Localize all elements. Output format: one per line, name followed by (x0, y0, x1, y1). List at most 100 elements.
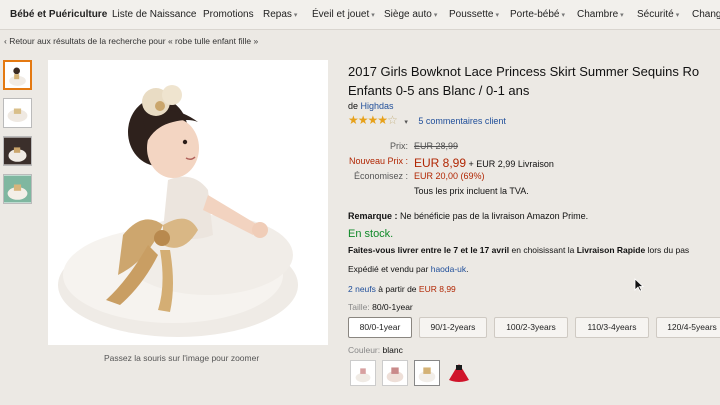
product-title: 2017 Girls Bowknot Lace Princess Skirt S… (348, 62, 720, 100)
size-label-text: Taille: (348, 302, 370, 312)
nav-item-chambre[interactable]: Chambre ▾ (577, 9, 624, 20)
other-offers: 2 neufs à partir de EUR 8,99 (348, 284, 720, 294)
chevron-down-icon[interactable]: ▾ (404, 119, 408, 126)
size-option[interactable]: 80/0-1year (348, 317, 412, 338)
nav-label: Liste de Naissance (112, 9, 197, 20)
thumbnail-4[interactable] (3, 174, 32, 204)
nav-label: Éveil et jouet (312, 9, 370, 20)
seller-info: Expédié et vendu par haoda-uk. (348, 264, 720, 274)
delivery-text-end: lors du pas (647, 245, 690, 255)
size-option[interactable]: 120/4-5years (656, 317, 720, 338)
thumbnail-image (4, 99, 31, 127)
star-icon: ★ (377, 113, 388, 127)
list-price-row: Prix: EUR 28,99 (348, 141, 720, 156)
list-price-label: Prix: (390, 141, 408, 151)
thumbnail-image (5, 62, 30, 88)
title-line-2: Enfants 0-5 ans Blanc / 0-1 ans (348, 83, 530, 98)
rating-row: ★★★★☆ ▾ 5 commentaires client (348, 113, 720, 127)
swatch-image (383, 361, 407, 385)
nav-label: Bébé et Puériculture (10, 9, 108, 20)
remark: Remarque : Ne bénéficie pas de la livrai… (348, 211, 720, 221)
size-option[interactable]: 110/3-4years (575, 317, 649, 338)
nav-item-eveil[interactable]: Éveil et jouet ▾ (312, 9, 375, 20)
nav-item-porte-bebe[interactable]: Porte-bébé ▾ (510, 9, 565, 20)
nav-item-poussette[interactable]: Poussette ▾ (449, 9, 499, 20)
zoom-hint: Passez la souris sur l'image pour zoomer (104, 353, 260, 363)
swatch-image (415, 361, 439, 385)
savings-label: Économisez : (353, 171, 408, 181)
star-icon: ★ (348, 113, 359, 127)
nav-label: Sécurité (637, 9, 674, 20)
brand-link[interactable]: Highdas (361, 101, 394, 111)
nav-label: Porte-bébé (510, 9, 560, 20)
nav-label: Siège auto (384, 9, 432, 20)
color-swatch-selected[interactable] (414, 360, 440, 386)
delivery-dates: Faites-vous livrer entre le 7 et le 17 a… (348, 245, 510, 255)
star-icon: ★ (367, 113, 379, 127)
color-swatch[interactable] (350, 360, 376, 386)
remark-text: Ne bénéficie pas de la livraison Amazon … (400, 211, 589, 221)
nav-item-securite[interactable]: Sécurité ▾ (637, 9, 679, 20)
nav-label: Promotions (203, 9, 254, 20)
swatch-image (449, 364, 469, 382)
size-option[interactable]: 100/2-3years (494, 317, 568, 338)
star-icon: ★ (357, 113, 369, 127)
seller-prefix: Expédié et vendu par (348, 264, 429, 274)
product-details: 2017 Girls Bowknot Lace Princess Skirt S… (348, 62, 720, 386)
thumbnail-2[interactable] (3, 98, 32, 128)
color-swatch[interactable] (446, 360, 472, 386)
new-price-row: Nouveau Prix : EUR 8,99 + EUR 2,99 Livra… (348, 156, 720, 171)
seller-link[interactable]: haoda-uk (431, 264, 466, 274)
dress-photo (48, 60, 328, 345)
delivery-method: Livraison Rapide (576, 245, 646, 255)
star-empty-icon: ☆ (387, 113, 398, 127)
savings-value: EUR 20,00 (69%) (414, 171, 485, 181)
nav-item-bebe[interactable]: Bébé et Puériculture (10, 9, 107, 20)
reviews-link[interactable]: 5 commentaires client (418, 116, 506, 126)
chevron-down-icon: ▾ (620, 12, 624, 19)
nav-item-siege[interactable]: Siège auto ▾ (384, 9, 437, 20)
main-product-image[interactable] (48, 60, 328, 345)
color-swatch[interactable] (382, 360, 408, 386)
color-label: Couleur: blanc (348, 345, 720, 355)
delivery-text: en choisissant la (511, 245, 575, 255)
chevron-down-icon: ▾ (675, 12, 680, 19)
offers-text: à partir de (378, 284, 417, 294)
nav-item-liste[interactable]: Liste de Naissance (112, 9, 197, 20)
mouse-pointer-icon (634, 278, 644, 292)
nav-label: Change (692, 9, 720, 20)
new-offers-link[interactable]: 2 neufs (348, 284, 376, 294)
stock-status: En stock. (348, 228, 394, 240)
chevron-down-icon: ▾ (433, 12, 438, 19)
chevron-down-icon: ▾ (561, 12, 565, 19)
nav-item-repas[interactable]: Repas ▾ (263, 9, 297, 20)
nav-label: Poussette (449, 9, 494, 20)
new-price: EUR 8,99 (414, 156, 467, 170)
chevron-down-icon: ▾ (371, 12, 375, 19)
delivery-info: Faites-vous livrer entre le 7 et le 17 a… (348, 245, 720, 255)
thumbnail-1[interactable] (3, 60, 32, 90)
thumbnail-image (4, 137, 31, 165)
size-option[interactable]: 90/1-2years (419, 317, 487, 338)
size-selected: 80/0-1year (372, 302, 413, 312)
back-to-results-link[interactable]: ‹ Retour aux résultats de la recherche p… (4, 36, 258, 46)
price-block: Prix: EUR 28,99 Nouveau Prix : EUR 8,99 … (348, 141, 720, 201)
size-label: Taille: 80/0-1year (348, 302, 720, 312)
seller-period: . (466, 264, 469, 274)
thumbnail-image (4, 175, 31, 203)
nav-item-change[interactable]: Change (692, 9, 720, 20)
color-label-text: Couleur: (348, 345, 381, 355)
thumbnail-strip (3, 60, 33, 212)
tax-row: Tous les prix incluent la TVA. (348, 186, 720, 201)
nav-item-promotions[interactable]: Promotions (203, 9, 254, 20)
color-selected: blanc (382, 345, 403, 355)
shipping-cost: + EUR 2,99 Livraison (468, 159, 554, 169)
remark-label: Remarque : (348, 211, 398, 221)
size-options: 80/0-1year 90/1-2years 100/2-3years 110/… (348, 317, 720, 339)
star-rating[interactable]: ★★★★☆ (348, 113, 398, 127)
by-label: de (348, 101, 359, 111)
thumbnail-3[interactable] (3, 136, 32, 166)
category-nav: Bébé et Puériculture Liste de Naissance … (0, 0, 720, 30)
chevron-down-icon: ▾ (495, 12, 499, 19)
title-line-1: 2017 Girls Bowknot Lace Princess Skirt S… (348, 64, 700, 79)
